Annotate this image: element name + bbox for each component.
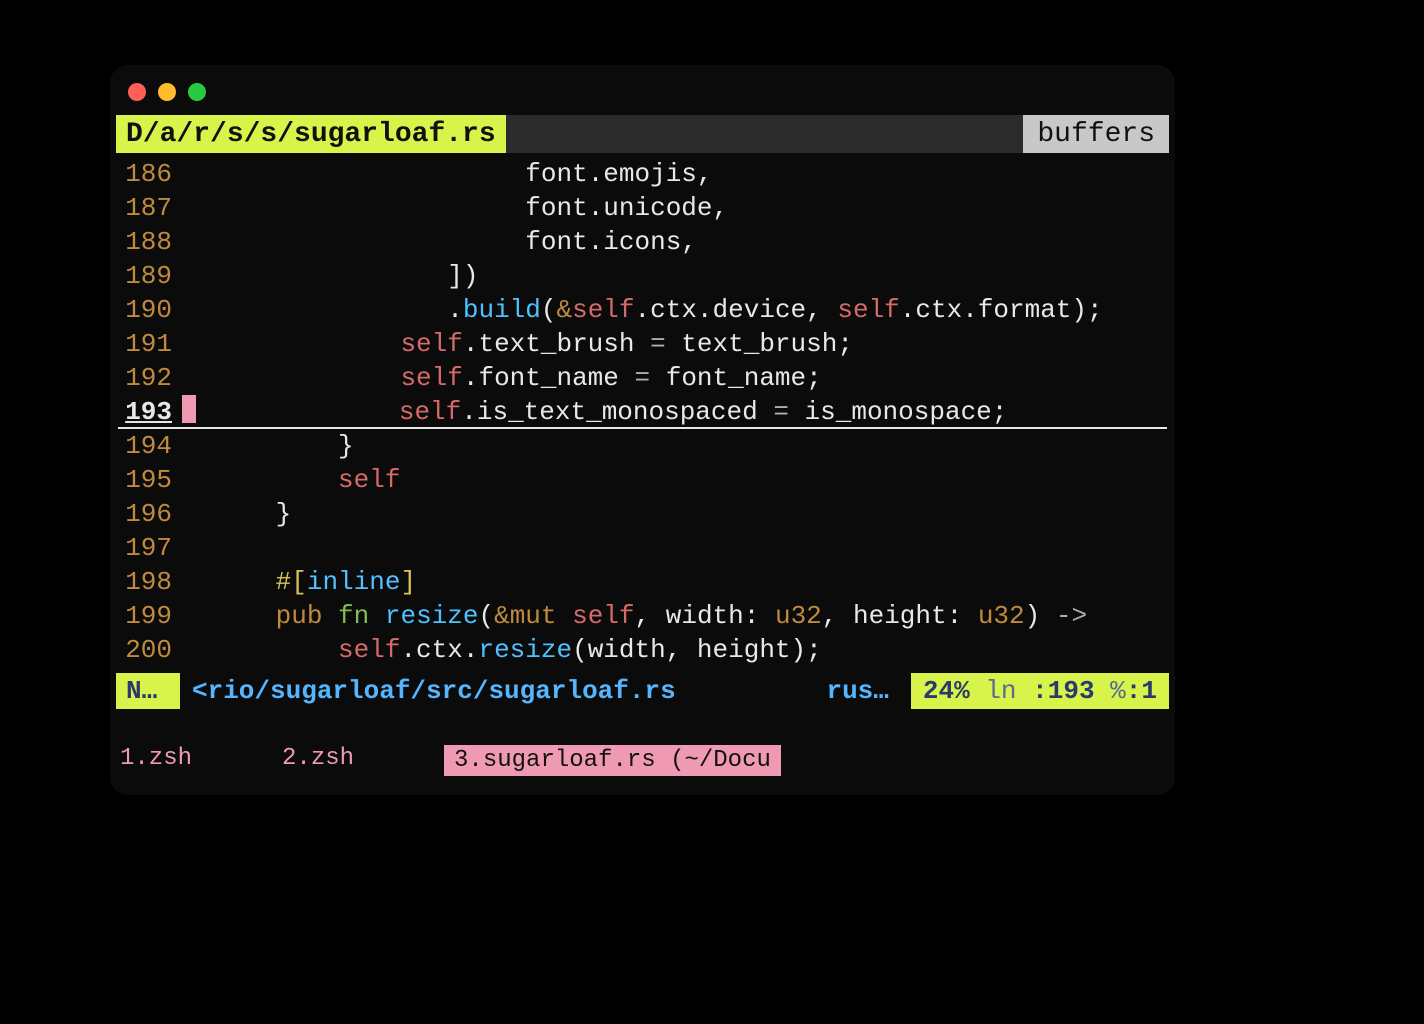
code-content: } [182,429,1167,463]
buffers-button[interactable]: buffers [1023,115,1169,153]
status-col-label: % [1110,676,1126,706]
code-content: #[inline] [182,565,1167,599]
code-content: self.is_text_monospaced = is_monospace; [182,395,1167,429]
status-ln-label: ln [985,676,1016,706]
maximize-icon[interactable] [188,83,206,101]
tab-2[interactable]: 2.zsh [282,745,354,776]
code-line[interactable]: 192 self.font_name = font_name; [118,361,1167,395]
code-content: self.font_name = font_name; [182,361,1167,395]
status-ln-value: :193 [1032,676,1094,706]
cursor-icon [182,395,196,423]
line-number: 199 [118,599,182,633]
code-line[interactable]: 187 font.unicode, [118,191,1167,225]
code-editor[interactable]: 186 font.emojis,187 font.unicode,188 fon… [110,153,1175,667]
code-line[interactable]: 198 #[inline] [118,565,1167,599]
status-position: 24% ln :193 % :1 [911,673,1169,709]
code-content: self.ctx.resize(width, height); [182,633,1167,667]
code-line[interactable]: 189 ]) [118,259,1167,293]
line-number: 200 [118,633,182,667]
file-path-badge: D/a/r/s/s/sugarloaf.rs [116,115,506,153]
code-line[interactable]: 195 self [118,463,1167,497]
status-lang: rus… [826,676,898,706]
code-content: self.text_brush = text_brush; [182,327,1167,361]
minimize-icon[interactable] [158,83,176,101]
code-line[interactable]: 188 font.icons, [118,225,1167,259]
code-line[interactable]: 196 } [118,497,1167,531]
line-number: 195 [118,463,182,497]
code-content: self [182,463,1167,497]
line-number: 192 [118,361,182,395]
tab-1[interactable]: 1.zsh [120,745,192,776]
editor-titlebar: D/a/r/s/s/sugarloaf.rs buffers [116,115,1169,153]
line-number: 196 [118,497,182,531]
line-number: 188 [118,225,182,259]
line-number: 197 [118,531,182,565]
code-line[interactable]: 186 font.emojis, [118,157,1167,191]
line-number: 194 [118,429,182,463]
line-number: 186 [118,157,182,191]
status-percent: 24% [923,676,970,706]
status-path-text: <rio/sugarloaf/src/sugarloaf.rs [192,676,676,706]
statusbar: N… <rio/sugarloaf/src/sugarloaf.rs rus… … [116,673,1169,709]
code-line[interactable]: 199 pub fn resize(&mut self, width: u32,… [118,599,1167,633]
code-line[interactable]: 200 self.ctx.resize(width, height); [118,633,1167,667]
status-col-value: :1 [1126,676,1157,706]
code-content: .build(&self.ctx.device, self.ctx.format… [182,293,1167,327]
code-content: ]) [182,259,1167,293]
line-number: 187 [118,191,182,225]
line-number: 189 [118,259,182,293]
close-icon[interactable] [128,83,146,101]
tab-bar: 1.zsh 2.zsh 3.sugarloaf.rs (~/Docu [110,709,1175,776]
code-line[interactable]: 197 [118,531,1167,565]
code-content: font.icons, [182,225,1167,259]
code-content: } [182,497,1167,531]
titlebar-spacer [506,115,1024,153]
traffic-lights [110,65,1175,115]
code-content: pub fn resize(&mut self, width: u32, hei… [182,599,1167,633]
status-file-path: <rio/sugarloaf/src/sugarloaf.rs rus… [180,673,911,709]
line-number: 190 [118,293,182,327]
line-number: 191 [118,327,182,361]
line-number: 198 [118,565,182,599]
code-line[interactable]: 193 self.is_text_monospaced = is_monospa… [118,395,1167,429]
code-line[interactable]: 190 .build(&self.ctx.device, self.ctx.fo… [118,293,1167,327]
code-content [182,531,1167,565]
tab-3[interactable]: 3.sugarloaf.rs (~/Docu [444,745,781,776]
code-content: font.emojis, [182,157,1167,191]
terminal-window: D/a/r/s/s/sugarloaf.rs buffers 186 font.… [110,65,1175,795]
line-number: 193 [118,395,182,429]
code-line[interactable]: 194 } [118,429,1167,463]
code-line[interactable]: 191 self.text_brush = text_brush; [118,327,1167,361]
mode-indicator: N… [116,673,180,709]
code-content: font.unicode, [182,191,1167,225]
